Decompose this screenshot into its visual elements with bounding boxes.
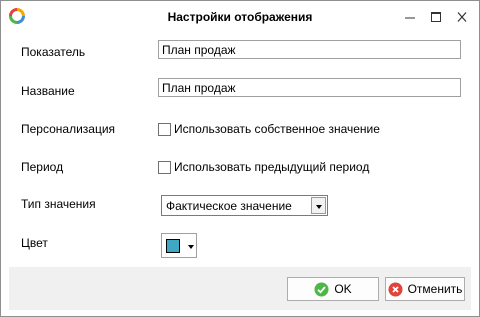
chevron-down-icon[interactable] (188, 245, 194, 249)
maximize-icon[interactable] (429, 11, 443, 23)
personalization-checkbox-label[interactable]: Использовать собственное значение (174, 122, 380, 136)
period-checkbox-label[interactable]: Использовать предыдущий период (174, 160, 369, 174)
period-label: Период (21, 160, 64, 174)
ok-button[interactable]: OK (287, 277, 379, 301)
value-type-selected: Фактическое значение (166, 199, 292, 213)
minimize-icon[interactable] (403, 11, 417, 23)
cancel-circle-icon (388, 282, 403, 296)
name-label: Название (21, 84, 75, 98)
color-swatch (166, 239, 180, 253)
check-circle-icon (314, 282, 329, 296)
color-label: Цвет (21, 236, 48, 250)
period-checkbox[interactable] (158, 160, 171, 174)
name-input[interactable] (158, 78, 461, 97)
indicator-input[interactable] (158, 40, 461, 59)
personalization-checkbox-row[interactable]: Использовать собственное значение (158, 121, 380, 137)
cancel-button[interactable]: Отменить (385, 277, 465, 301)
ok-button-label: OK (334, 282, 352, 296)
button-bar: OK Отменить (9, 267, 471, 310)
dialog-content: Показатель Название Персонализация Испол… (9, 33, 471, 267)
value-type-label: Тип значения (21, 197, 96, 211)
chevron-down-icon[interactable] (311, 197, 326, 214)
color-picker[interactable] (161, 233, 197, 258)
title-bar[interactable]: Настройки отображения (1, 1, 479, 33)
personalization-checkbox[interactable] (158, 122, 171, 136)
close-icon[interactable] (455, 11, 469, 23)
cancel-button-label: Отменить (407, 282, 463, 296)
indicator-label: Показатель (21, 45, 86, 59)
settings-dialog: Настройки отображения Показатель Названи… (0, 0, 480, 317)
value-type-select[interactable]: Фактическое значение (161, 195, 328, 216)
period-checkbox-row[interactable]: Использовать предыдущий период (158, 159, 369, 175)
personalization-label: Персонализация (21, 122, 116, 136)
